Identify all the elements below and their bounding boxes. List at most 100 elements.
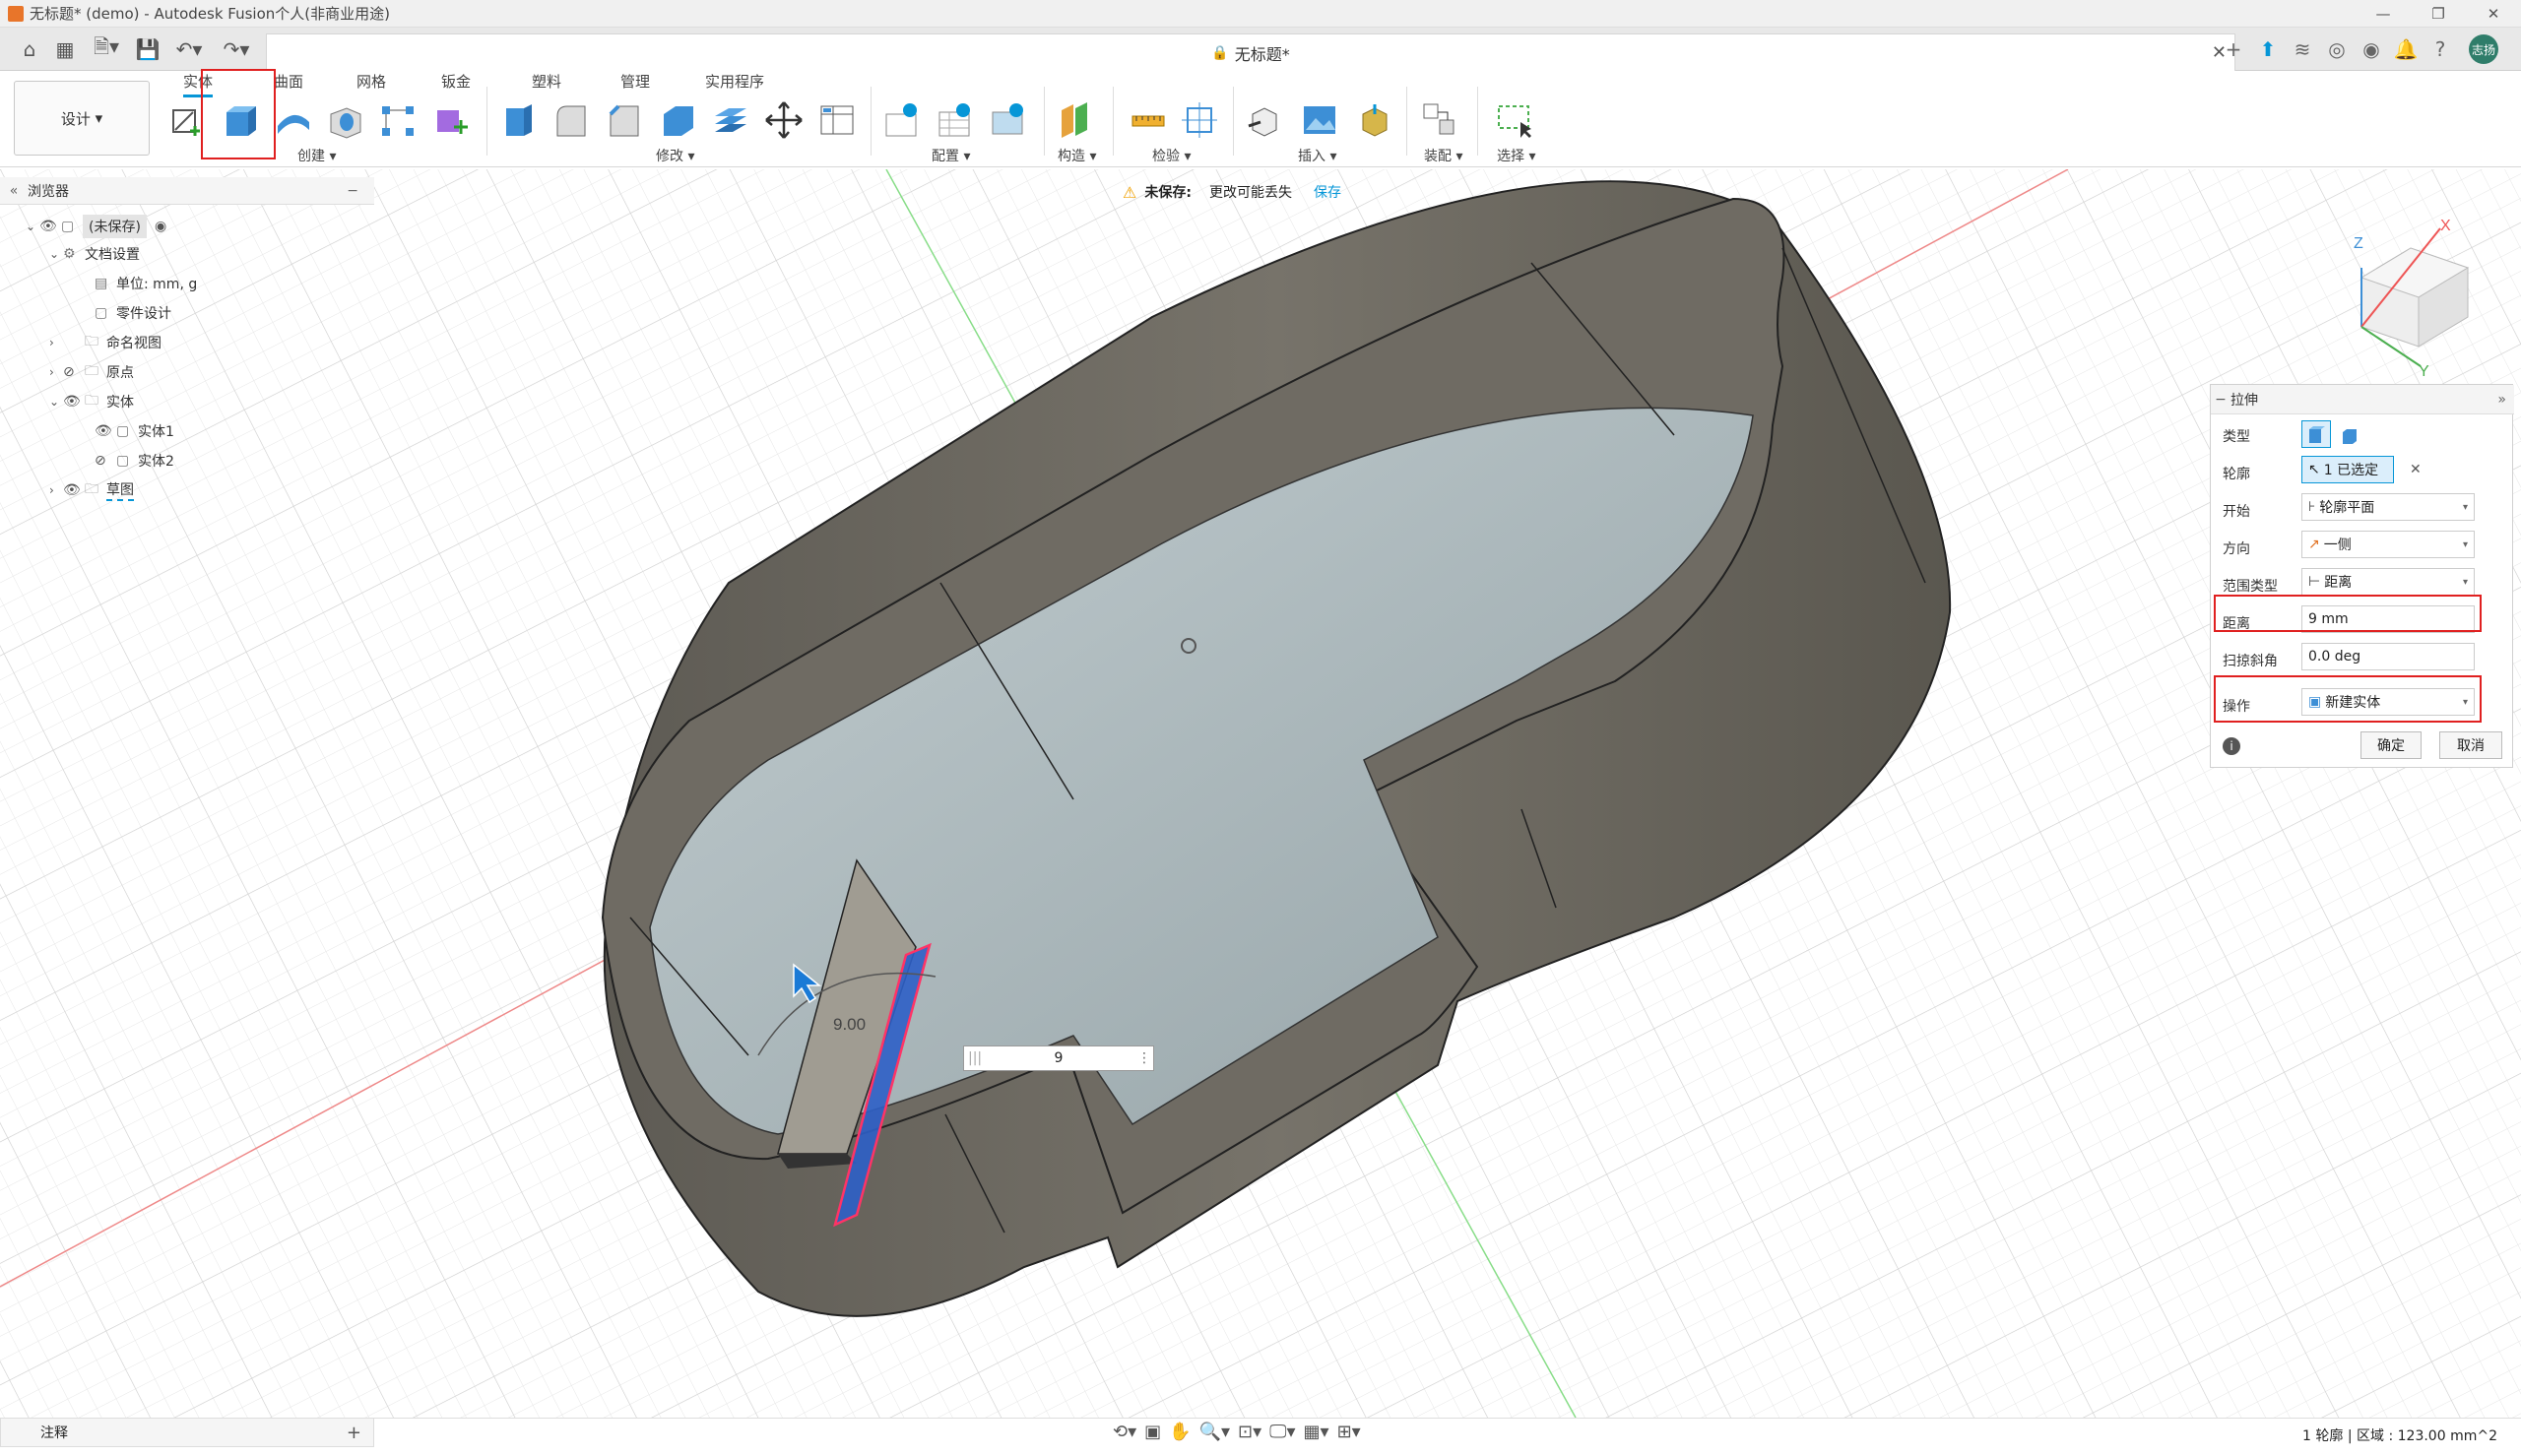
split-body-icon[interactable] [709, 98, 752, 142]
group-create[interactable]: 创建 ▾ [297, 146, 336, 165]
workspace-switcher[interactable]: 设计 ▾ [14, 81, 150, 156]
tree-named-views[interactable]: › 🗀 命名视图 [49, 329, 162, 356]
insert-canvas-icon[interactable] [1298, 98, 1341, 142]
save-link[interactable]: 保存 [1314, 182, 1341, 202]
file-menu-icon[interactable]: 🗎▾ [87, 34, 126, 63]
fit-icon[interactable]: ⊡▾ [1238, 1422, 1261, 1442]
move-copy-icon[interactable] [762, 98, 806, 142]
eye-icon[interactable]: 👁 [63, 394, 85, 410]
chamfer-icon[interactable] [603, 98, 646, 142]
configure-theme-icon[interactable] [987, 98, 1030, 142]
group-select[interactable]: 选择 ▾ [1497, 146, 1535, 165]
clear-selection-icon[interactable]: ✕ [2410, 462, 2422, 477]
group-configure[interactable]: 配置 ▾ [932, 146, 970, 165]
collapse-panel-icon[interactable]: « [0, 183, 28, 199]
direction-select[interactable]: ↗ 一侧 ▾ [2301, 531, 2475, 558]
orbit-icon[interactable]: ⟲▾ [1113, 1422, 1136, 1442]
pan-icon[interactable]: ✋ [1169, 1422, 1191, 1442]
activate-icon[interactable]: ◉ [155, 219, 166, 234]
eye-icon[interactable]: 👁 [63, 482, 85, 498]
taper-field[interactable]: 0.0 deg [2301, 643, 2475, 670]
more-options-icon[interactable]: ⋮ [1137, 1050, 1153, 1066]
expand-dialog-icon[interactable]: » [2497, 392, 2506, 408]
eye-hidden-icon[interactable]: ⊘ [63, 364, 85, 380]
chevron-right-icon[interactable]: › [49, 336, 63, 349]
offset-plane-icon[interactable] [1054, 98, 1097, 142]
zoom-icon[interactable]: 🔍▾ [1199, 1422, 1230, 1442]
tab-surface[interactable]: 曲面 [274, 71, 303, 92]
tab-plastic[interactable]: 塑料 [532, 71, 561, 92]
collapse-dialog-icon[interactable]: − [2211, 392, 2230, 408]
online-status-icon[interactable]: ◉ [2359, 36, 2384, 62]
tree-doc-settings[interactable]: ⌄ ⚙ 文档设置 [49, 240, 140, 268]
eye-icon[interactable]: 👁 [39, 219, 61, 234]
extensions-icon[interactable]: ◎ [2324, 36, 2350, 62]
group-modify[interactable]: 修改 ▾ [656, 146, 694, 165]
eye-hidden-icon[interactable]: ⊘ [95, 453, 116, 469]
info-icon[interactable]: i [2223, 737, 2240, 755]
tree-root[interactable]: ⌄ 👁 ▢ (未保存) ◉ [26, 213, 166, 240]
group-insert[interactable]: 插入 ▾ [1298, 146, 1336, 165]
profile-selection[interactable]: ↖ 1 已选定 [2301, 456, 2394, 483]
tab-utilities[interactable]: 实用程序 [705, 71, 764, 92]
insert-derive-icon[interactable] [1243, 98, 1286, 142]
change-parameters-icon[interactable] [815, 98, 859, 142]
tab-mesh[interactable]: 网格 [356, 71, 386, 92]
configure-rule-icon[interactable] [934, 98, 977, 142]
chevron-down-icon[interactable]: ⌄ [49, 247, 63, 261]
fillet-icon[interactable] [549, 98, 593, 142]
add-note-icon[interactable]: + [347, 1423, 361, 1443]
minimize-icon[interactable]: — [2356, 0, 2411, 28]
group-inspect[interactable]: 检验 ▾ [1152, 146, 1191, 165]
undo-icon[interactable]: ↶▾ [169, 35, 209, 63]
cancel-button[interactable]: 取消 [2439, 731, 2502, 759]
eye-icon[interactable]: 👁 [95, 423, 116, 439]
chevron-down-icon[interactable]: ⌄ [49, 395, 63, 409]
press-pull-icon[interactable] [496, 98, 540, 142]
hole-icon[interactable] [323, 98, 366, 142]
tab-manage[interactable]: 管理 [620, 71, 650, 92]
close-window-icon[interactable]: ✕ [2466, 0, 2521, 28]
display-settings-icon[interactable]: 🖵▾ [1269, 1422, 1295, 1442]
minimize-browser-icon[interactable]: − [347, 183, 358, 199]
extent-type-select[interactable]: ⊢ 距离 ▾ [2301, 568, 2475, 596]
notes-panel[interactable]: 注释 + [0, 1418, 374, 1447]
tree-bodies[interactable]: ⌄ 👁 🗀 实体 [49, 388, 134, 415]
tab-sheet-metal[interactable]: 钣金 [441, 71, 471, 92]
tree-sketches[interactable]: › 👁 🗀 草图 [49, 476, 134, 504]
joint-icon[interactable] [1418, 98, 1461, 142]
redo-icon[interactable]: ↷▾ [217, 35, 256, 63]
tree-body2[interactable]: ⊘ ▢ 实体2 [95, 447, 174, 475]
section-analysis-icon[interactable] [1178, 98, 1221, 142]
app-grid-icon[interactable]: ▦ [51, 35, 79, 63]
tree-body1[interactable]: 👁 ▢ 实体1 [95, 417, 174, 445]
tree-units[interactable]: ▤ 单位: mm, g [95, 270, 197, 297]
revolve-icon[interactable] [272, 98, 315, 142]
look-at-icon[interactable]: ▣ [1144, 1422, 1161, 1442]
3d-viewport[interactable]: 9.00 [0, 169, 2521, 1418]
distance-input-box[interactable]: ||| 9 ⋮ [963, 1045, 1154, 1071]
configure-table-icon[interactable] [880, 98, 924, 142]
group-construct[interactable]: 构造 ▾ [1058, 146, 1096, 165]
select-icon[interactable] [1493, 98, 1536, 142]
tree-part-design[interactable]: ▢ 零件设计 [95, 299, 171, 327]
document-tab[interactable]: 🔒 无标题* ✕ [266, 33, 2235, 71]
new-tab-icon[interactable]: + [2221, 36, 2246, 62]
job-status-icon[interactable]: ≋ [2290, 36, 2315, 62]
restore-icon[interactable]: ❐ [2411, 0, 2466, 28]
grid-settings-icon[interactable]: ▦▾ [1304, 1422, 1329, 1442]
start-select[interactable]: ⊦ 轮廓平面 ▾ [2301, 493, 2475, 521]
chevron-down-icon[interactable]: ⌄ [26, 220, 39, 233]
tree-origin[interactable]: › ⊘ 🗀 原点 [49, 358, 134, 386]
measure-icon[interactable] [1127, 98, 1170, 142]
help-icon[interactable]: ? [2427, 36, 2453, 62]
chevron-right-icon[interactable]: › [49, 365, 63, 379]
ok-button[interactable]: 确定 [2360, 731, 2422, 759]
type-solid-icon[interactable] [2301, 420, 2331, 448]
insert-mcmaster-icon[interactable] [1353, 98, 1396, 142]
shell-icon[interactable] [656, 98, 699, 142]
viewports-icon[interactable]: ⊞▾ [1337, 1422, 1361, 1442]
home-icon[interactable]: ⌂ [16, 35, 43, 63]
type-thin-icon[interactable] [2335, 420, 2364, 448]
group-assemble[interactable]: 装配 ▾ [1424, 146, 1462, 165]
